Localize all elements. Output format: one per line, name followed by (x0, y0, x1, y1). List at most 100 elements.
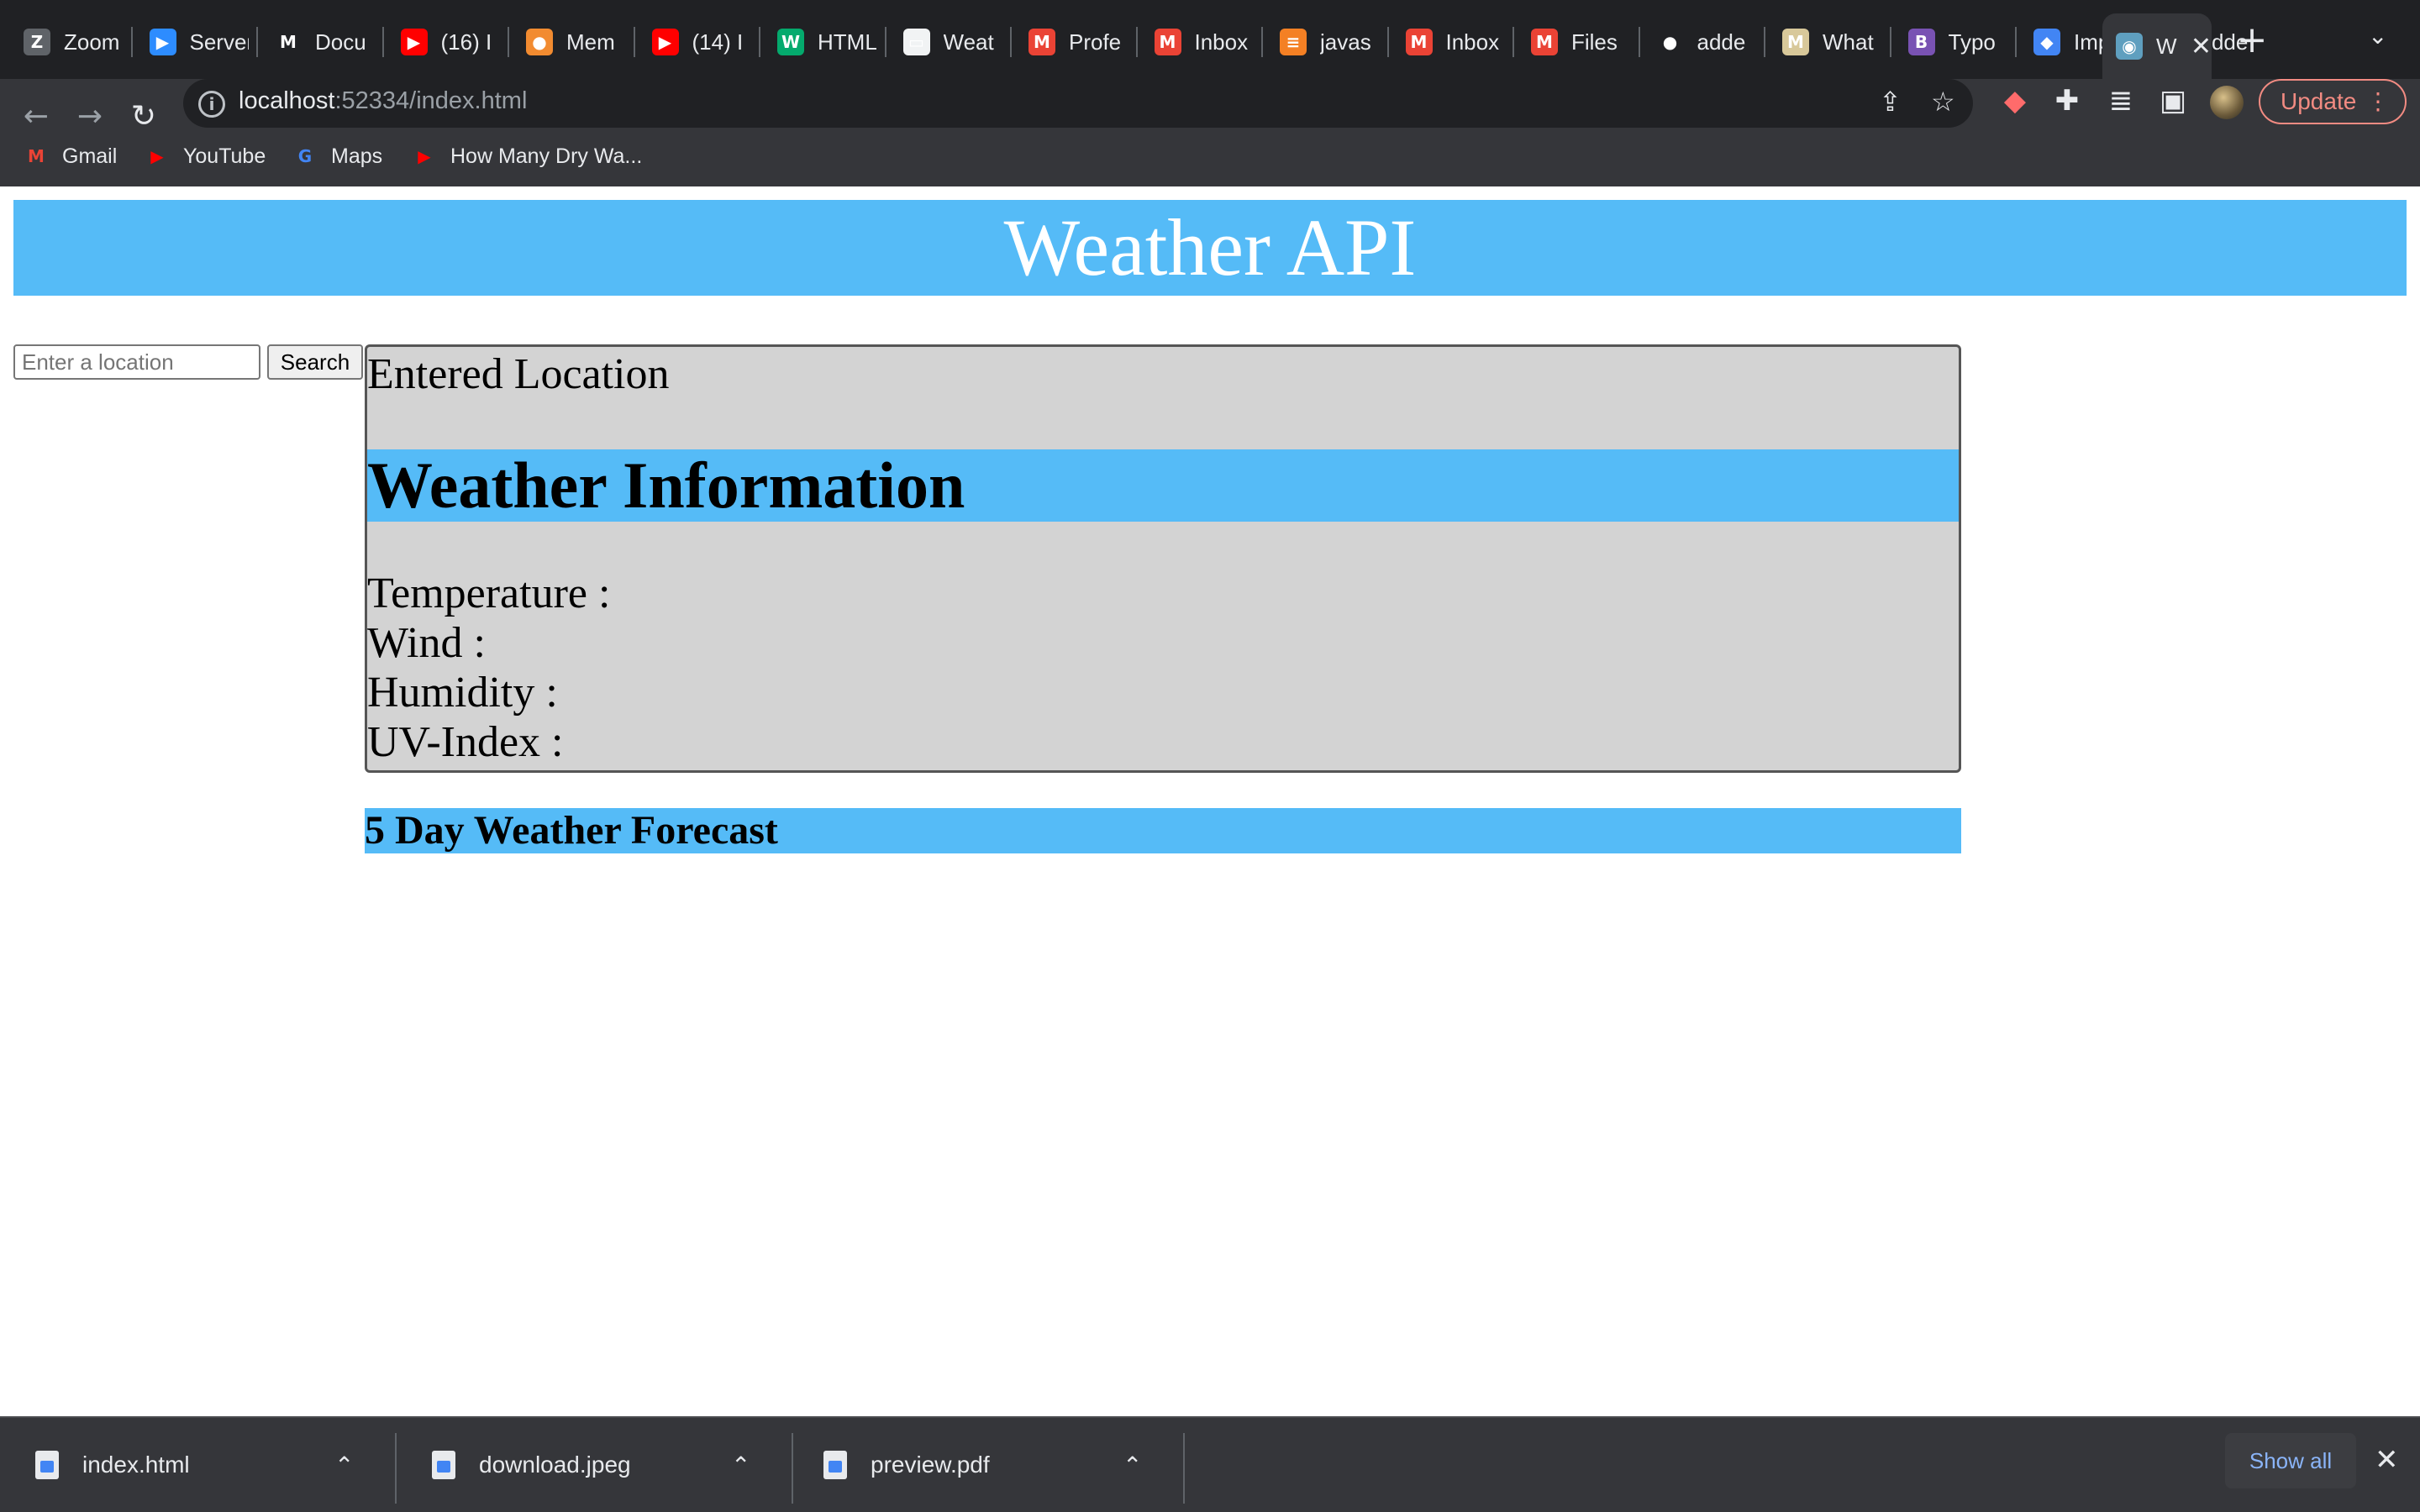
google-icon: G (297, 146, 313, 166)
stackoverflow-icon: ≡ (1280, 29, 1307, 55)
temperature-label: Temperature : (367, 570, 611, 617)
youtube-icon: ▶ (150, 146, 164, 166)
browser-tab[interactable]: M Profe (1015, 15, 1131, 69)
side-panel-icon[interactable]: ▣ (2156, 84, 2190, 118)
tab-title: Files (1571, 29, 1618, 55)
bookmark-star-icon[interactable]: ☆ (1931, 86, 1955, 118)
browser-tab[interactable]: Z Zoom (10, 15, 126, 69)
bookmark-label: Maps (331, 144, 383, 168)
bookmark-label: Gmail (62, 144, 118, 168)
weather-information-header: Weather Information (367, 449, 1959, 522)
tab-title: Inbox (1194, 29, 1249, 55)
browser-tab[interactable]: M Docu (261, 15, 377, 69)
browser-tab[interactable]: B Typo (1895, 15, 2011, 69)
browser-tab[interactable]: ▶ Server (136, 15, 252, 69)
bookmark-item[interactable]: ▶ YouTube (145, 138, 266, 175)
uv-index-label: UV-Index : (367, 718, 564, 766)
more-menu-icon[interactable]: ⋮ (2366, 81, 2390, 123)
file-icon (35, 1451, 59, 1479)
update-button[interactable]: Update ⋮ (2259, 79, 2407, 124)
download-item[interactable]: download.jpeg ⌃ (397, 1418, 750, 1512)
tab-title: Profe (1069, 29, 1122, 55)
weather-information-title: Weather Information (367, 449, 965, 522)
chevron-up-icon[interactable]: ⌃ (731, 1452, 750, 1479)
browser-tab[interactable]: M Inbox (1141, 15, 1257, 69)
tab-separator (1764, 27, 1765, 57)
tab-active[interactable]: ◉ W ✕ (2102, 13, 2212, 79)
media-queue-icon[interactable]: ≣ (2104, 84, 2138, 118)
browser-tab[interactable]: ▶ (16) I (387, 15, 503, 69)
tab-search-chevron-icon[interactable]: ⌄ (2368, 22, 2387, 50)
back-arrow-icon[interactable]: ← (15, 96, 57, 138)
new-tab-button[interactable]: + (2235, 22, 2269, 59)
gmail-icon: M (1028, 29, 1055, 55)
file-icon (823, 1451, 847, 1479)
search-button[interactable]: Search (267, 344, 363, 380)
extension-badge-icon[interactable]: ◆ (1998, 84, 2032, 118)
show-all-button[interactable]: Show all (2225, 1433, 2356, 1488)
chevron-up-icon[interactable]: ⌃ (334, 1452, 354, 1479)
wind-label: Wind : (367, 619, 486, 667)
close-shelf-icon[interactable]: ✕ (2375, 1443, 2399, 1477)
url-text[interactable]: localhost:52334/index.html (239, 87, 527, 115)
browser-tab[interactable]: M What (1769, 15, 1885, 69)
browser-tab[interactable]: M Files (1518, 15, 1634, 69)
tab-separator (1889, 27, 1891, 57)
close-tab-icon[interactable]: ✕ (2191, 32, 2212, 61)
forecast-header: 5 Day Weather Forecast (365, 808, 1961, 853)
browser-tab[interactable]: ● Mem (513, 15, 629, 69)
tab-title: (14) I (692, 29, 744, 55)
gmail-icon: M (28, 146, 45, 166)
bookmark-label: YouTube (183, 144, 266, 168)
download-filename: download.jpeg (479, 1452, 631, 1478)
url-host: localhost (239, 87, 335, 114)
tab-separator (633, 27, 635, 57)
meme-icon: ● (526, 29, 553, 55)
share-icon[interactable]: ⇪ (1879, 86, 1902, 118)
youtube-icon: ▶ (418, 146, 431, 166)
browser-tab[interactable]: ▶ (14) I (639, 15, 755, 69)
forward-arrow-icon[interactable]: → (69, 96, 111, 138)
tab-title: Typo (1948, 29, 1996, 55)
browser-tab[interactable]: ● adde (1644, 15, 1760, 69)
update-label: Update (2281, 88, 2357, 114)
bookmark-item[interactable]: G Maps (292, 138, 382, 175)
tab-title: javas (1320, 29, 1371, 55)
bookmark-item[interactable]: M Gmail (24, 138, 117, 175)
location-search-input[interactable] (13, 344, 260, 380)
chevron-up-icon[interactable]: ⌃ (1123, 1452, 1142, 1479)
tab-title: Weat (943, 29, 994, 55)
bookmark-item[interactable]: ▶ How Many Dry Wa... (412, 138, 642, 175)
page-title: Weather API (1003, 202, 1417, 292)
extensions-puzzle-icon[interactable]: ✚ (2050, 84, 2084, 118)
browser-tab[interactable]: ▭ Weat (890, 15, 1006, 69)
download-item[interactable]: index.html ⌃ (0, 1418, 354, 1512)
file-icon (432, 1451, 455, 1479)
browser-tab[interactable]: W HTML (764, 15, 880, 69)
site-info-icon[interactable]: i (198, 91, 225, 118)
reload-icon[interactable]: ↻ (123, 96, 165, 138)
tab-separator (1135, 27, 1138, 57)
tab-separator (381, 27, 384, 57)
app-icon: ◆ (2033, 29, 2060, 55)
tab-separator (256, 27, 258, 57)
w3schools-icon: W (777, 29, 804, 55)
gmail-icon: M (1405, 29, 1433, 55)
tab-separator (508, 27, 509, 57)
download-item[interactable]: preview.pdf ⌃ (788, 1418, 1142, 1512)
tab-title: HTML (818, 29, 876, 55)
download-filename: index.html (82, 1452, 190, 1478)
tab-title: Docu (315, 29, 366, 55)
tab-separator (1261, 27, 1263, 57)
tab-title: Inbox (1445, 29, 1500, 55)
tab-title: Mem (566, 29, 615, 55)
tab-title: Zoom (64, 29, 120, 55)
browser-tab[interactable]: ≡ javas (1266, 15, 1382, 69)
youtube-icon: ▶ (651, 29, 679, 55)
browser-tab[interactable]: M Inbox (1392, 15, 1508, 69)
tab-title: What (1823, 29, 1874, 55)
tab-separator (1386, 27, 1389, 57)
download-separator (1183, 1433, 1185, 1504)
globe-icon: ◉ (2116, 33, 2143, 60)
profile-avatar[interactable] (2210, 86, 2244, 119)
